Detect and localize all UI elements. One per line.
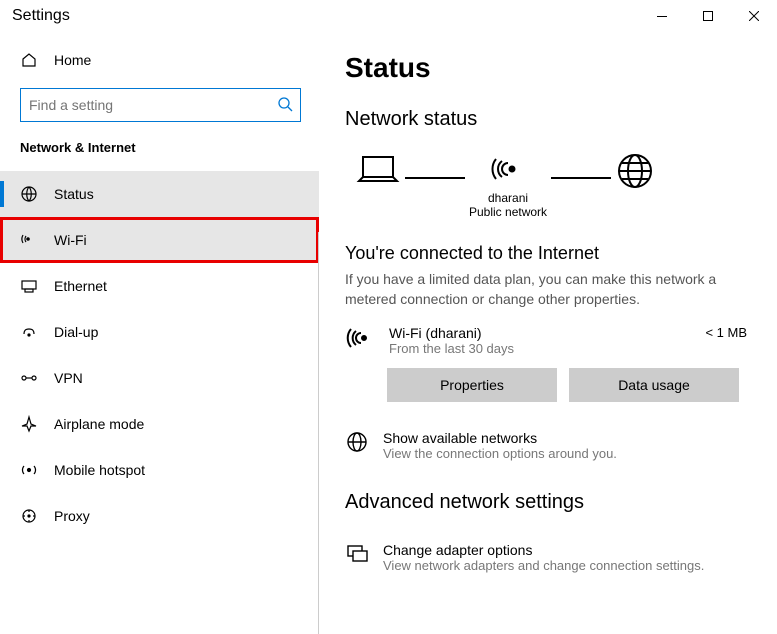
diagram-network-type: Public network xyxy=(469,205,547,219)
connected-desc: If you have a limited data plan, you can… xyxy=(345,270,747,309)
content-pane: Status Network status dharaniPublic netw… xyxy=(320,32,777,634)
maximize-button[interactable] xyxy=(685,0,731,32)
available-sub: View the connection options around you. xyxy=(383,446,617,461)
nav-label: VPN xyxy=(54,370,83,386)
nav-label: Status xyxy=(54,186,94,202)
nav-vpn[interactable]: VPN xyxy=(0,355,319,401)
nav-label: Wi-Fi xyxy=(54,232,87,248)
network-diagram: dharaniPublic network xyxy=(345,151,747,225)
laptop-icon xyxy=(355,153,401,189)
page-title: Status xyxy=(345,52,747,84)
show-networks-row[interactable]: Show available networks View the connect… xyxy=(345,430,747,461)
diagram-network-name: dharani xyxy=(469,191,547,205)
nav-label: Dial-up xyxy=(54,324,98,340)
wifi-conn-icon xyxy=(345,325,375,353)
search-icon xyxy=(277,96,293,112)
sidebar: Home Network & Internet Status Wi-Fi Eth… xyxy=(0,32,320,634)
vpn-icon xyxy=(20,371,38,385)
window-controls xyxy=(639,0,777,32)
status-icon xyxy=(20,185,38,203)
home-label: Home xyxy=(54,52,91,68)
nav-proxy[interactable]: Proxy xyxy=(0,493,319,539)
nav-label: Airplane mode xyxy=(54,416,144,432)
nav-label: Ethernet xyxy=(54,278,107,294)
nav-airplane[interactable]: Airplane mode xyxy=(0,401,319,447)
nav-label: Mobile hotspot xyxy=(54,462,145,478)
wifi-icon xyxy=(20,231,38,249)
adapter-row[interactable]: Change adapter options View network adap… xyxy=(345,542,747,573)
ethernet-icon xyxy=(20,277,38,295)
connected-title: You're connected to the Internet xyxy=(345,243,747,264)
wifi-diagram-icon xyxy=(488,153,528,189)
close-button[interactable] xyxy=(731,0,777,32)
section-title: Network & Internet xyxy=(0,140,319,171)
hotspot-icon xyxy=(20,461,38,479)
connection-name: Wi-Fi (dharani) xyxy=(389,325,691,341)
titlebar: Settings xyxy=(0,0,777,32)
dialup-icon xyxy=(20,323,38,341)
properties-button[interactable]: Properties xyxy=(387,368,557,402)
nav-ethernet[interactable]: Ethernet xyxy=(0,263,319,309)
advanced-heading: Advanced network settings xyxy=(345,491,747,514)
section-status: Network status xyxy=(345,108,747,131)
nav-dialup[interactable]: Dial-up xyxy=(0,309,319,355)
available-title: Show available networks xyxy=(383,430,617,446)
adapter-icon xyxy=(345,542,369,566)
connection-usage: < 1 MB xyxy=(705,325,747,340)
connection-sub: From the last 30 days xyxy=(389,341,691,356)
minimize-button[interactable] xyxy=(639,0,685,32)
home-icon xyxy=(20,52,38,68)
nav-hotspot[interactable]: Mobile hotspot xyxy=(0,447,319,493)
nav-wifi[interactable]: Wi-Fi xyxy=(0,217,319,263)
window-title: Settings xyxy=(12,7,70,25)
adapter-sub: View network adapters and change connect… xyxy=(383,558,704,573)
data-usage-button[interactable]: Data usage xyxy=(569,368,739,402)
home-nav[interactable]: Home xyxy=(0,42,319,78)
nav-status[interactable]: Status xyxy=(0,171,319,217)
nav-label: Proxy xyxy=(54,508,90,524)
proxy-icon xyxy=(20,507,38,525)
search-input[interactable] xyxy=(20,88,301,122)
globe-icon xyxy=(615,151,655,191)
adapter-title: Change adapter options xyxy=(383,542,704,558)
airplane-icon xyxy=(20,415,38,433)
globe-small-icon xyxy=(345,430,369,454)
connection-row: Wi-Fi (dharani) From the last 30 days < … xyxy=(345,325,747,356)
